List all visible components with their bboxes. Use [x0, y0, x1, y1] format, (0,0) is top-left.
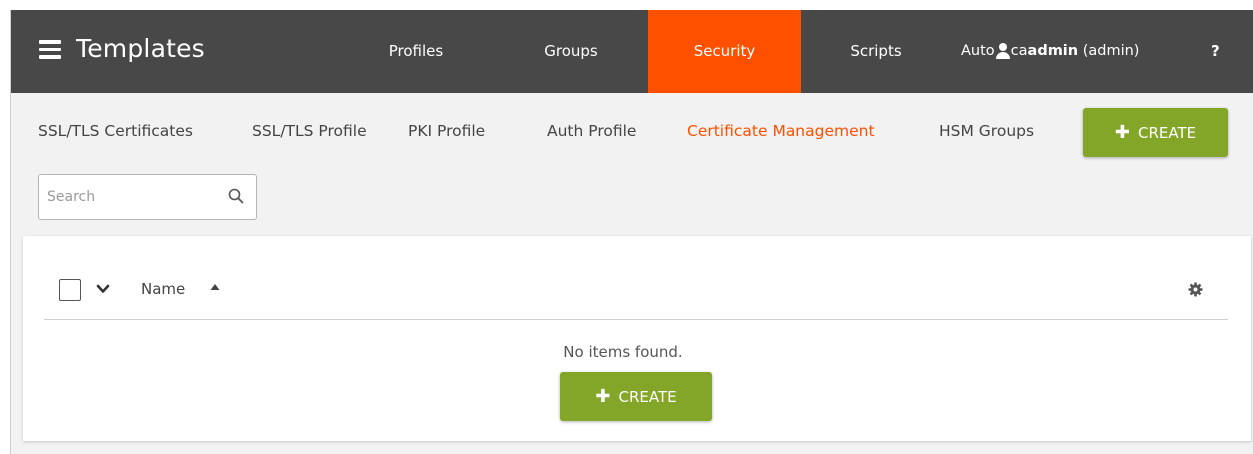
- help-icon[interactable]: ?: [1211, 10, 1220, 93]
- subnav-item-hsm-groups[interactable]: HSM Groups: [939, 122, 1034, 140]
- chevron-down-icon[interactable]: [96, 283, 110, 295]
- top-navigation-bar: Templates Profiles Groups Security Scrip…: [11, 10, 1253, 93]
- user-icon: [995, 43, 1010, 59]
- nav-item-groups[interactable]: Groups: [526, 10, 616, 93]
- plus-icon: ✚: [595, 386, 611, 407]
- empty-state-create-button[interactable]: ✚ CREATE: [560, 372, 712, 421]
- select-all-checkbox[interactable]: [59, 279, 81, 301]
- user-menu[interactable]: Auto caadmin (admin): [961, 10, 1139, 93]
- user-context-overlap: ca: [1010, 43, 1028, 59]
- subnav-item-ssl-tls-profile[interactable]: SSL/TLS Profile: [252, 122, 367, 140]
- page-title: Templates: [76, 34, 205, 63]
- gear-icon[interactable]: [1188, 282, 1203, 297]
- items-table-panel: Name No items found. ✚ CREATE: [23, 236, 1251, 441]
- plus-icon: ✚: [1114, 122, 1130, 143]
- create-button-label: CREATE: [1137, 124, 1197, 142]
- app-frame: Templates Profiles Groups Security Scrip…: [10, 10, 1253, 454]
- subnav-item-certificate-management[interactable]: Certificate Management: [687, 122, 875, 140]
- column-header-name[interactable]: Name: [141, 280, 185, 298]
- subnav-item-ssl-tls-certificates[interactable]: SSL/TLS Certificates: [38, 122, 193, 140]
- nav-item-scripts[interactable]: Scripts: [831, 10, 921, 93]
- search-input[interactable]: [47, 175, 217, 219]
- hamburger-menu-icon[interactable]: [39, 40, 61, 59]
- empty-state-create-label: CREATE: [618, 388, 677, 406]
- subnav-item-pki-profile[interactable]: PKI Profile: [408, 122, 485, 140]
- user-name: admin: [1027, 43, 1079, 59]
- user-role: (admin): [1082, 43, 1140, 59]
- nav-item-profiles[interactable]: Profiles: [371, 10, 461, 93]
- table-header-divider: [44, 319, 1228, 320]
- create-button[interactable]: ✚ CREATE: [1083, 108, 1228, 157]
- search-icon[interactable]: [228, 188, 244, 204]
- search-box: [38, 174, 257, 220]
- empty-state-message: No items found.: [563, 343, 683, 361]
- subnav-item-auth-profile[interactable]: Auth Profile: [547, 122, 636, 140]
- user-context: Auto: [961, 43, 995, 59]
- nav-item-security[interactable]: Security: [648, 10, 801, 93]
- sort-ascending-icon[interactable]: [210, 283, 220, 291]
